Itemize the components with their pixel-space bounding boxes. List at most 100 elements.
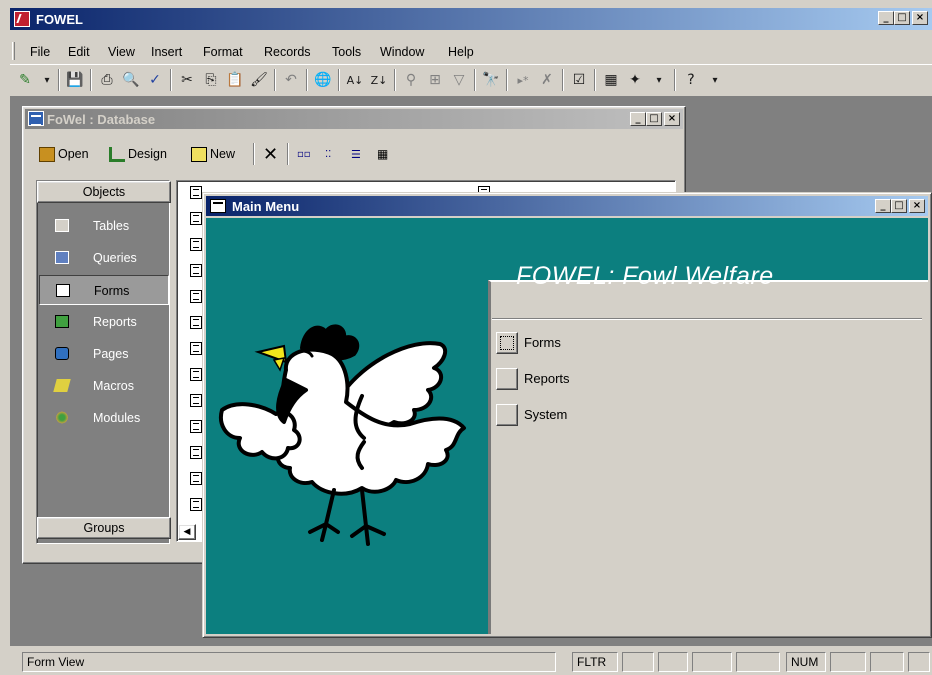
small-icons-icon[interactable]: ⁚⁚ [325,143,331,165]
db-toolbar-separator [287,143,289,165]
minimize-button[interactable]: _ [878,11,894,25]
object-modules[interactable]: Modules [39,403,169,433]
menu-insert[interactable]: Insert [151,45,182,59]
print-preview-icon[interactable]: 🔍 [120,69,142,91]
delete-record-icon[interactable]: ✗ [536,69,558,91]
new-button[interactable]: New [191,143,235,165]
menu-window[interactable]: Window [380,45,424,59]
filter-by-form-icon[interactable]: ⊞ [424,69,446,91]
reports-switchboard-button[interactable] [496,368,518,390]
view-icon[interactable]: ✎ [14,69,36,91]
design-icon [109,146,125,162]
window-controls: _ □ × [878,11,928,25]
save-icon[interactable]: 💾 [64,69,86,91]
object-label: Pages [93,347,129,361]
menu-records[interactable]: Records [264,45,311,59]
form-icon[interactable] [190,420,202,433]
form-icon [56,284,70,297]
help-icon[interactable]: ? [680,69,702,91]
database-minimize-button[interactable]: _ [630,112,646,126]
form-icon[interactable] [190,212,202,225]
form-icon[interactable] [190,238,202,251]
form-icon[interactable] [190,498,202,511]
status-panel [830,652,866,672]
find-icon[interactable]: 🔭 [480,69,502,91]
object-reports[interactable]: Reports [39,307,169,337]
database-window-title-bar[interactable]: FoWel : Database _ □ × [25,109,683,129]
design-button[interactable]: Design [109,143,167,165]
new-object-icon[interactable]: ✦ [624,69,646,91]
restore-button[interactable]: □ [894,11,910,25]
menu-bar-grip[interactable] [12,42,15,60]
database-window-controls: _ □ × [630,112,680,126]
heading-divider [492,318,922,320]
format-painter-icon[interactable]: 🖌 [248,69,270,91]
view-dropdown-icon[interactable]: ▾ [36,69,58,91]
object-label: Modules [93,411,141,425]
list-view-icon[interactable]: ☰ [351,143,361,165]
object-forms[interactable]: Forms [39,275,169,305]
toolbar-separator [394,69,396,91]
open-icon [39,146,55,162]
sort-ascending-icon[interactable]: A↓ [344,69,366,91]
main-menu-maximize-button[interactable]: □ [891,199,907,213]
properties-icon[interactable]: ☑ [568,69,590,91]
large-icons-icon[interactable]: ▫▫ [297,143,311,165]
open-button[interactable]: Open [39,143,89,165]
form-icon[interactable] [190,472,202,485]
menu-view[interactable]: View [108,45,135,59]
apply-filter-icon[interactable]: ▽ [448,69,470,91]
menu-format[interactable]: Format [203,45,243,59]
hyperlink-icon[interactable]: 🌐 [312,69,334,91]
size-grip[interactable] [908,652,930,672]
close-button[interactable]: × [912,11,928,25]
main-menu-title-bar[interactable]: Main Menu _ □ × [206,196,928,216]
objects-header[interactable]: Objects [37,181,171,203]
form-icon[interactable] [190,186,202,199]
undo-icon[interactable]: ↶ [280,69,302,91]
help-dropdown-icon[interactable]: ▾ [704,69,726,91]
form-icon[interactable] [190,368,202,381]
database-maximize-button[interactable]: □ [646,112,662,126]
form-icon[interactable] [190,394,202,407]
form-icon[interactable] [190,342,202,355]
groups-header[interactable]: Groups [37,517,171,539]
menu-file[interactable]: File [30,45,50,59]
object-queries[interactable]: Queries [39,243,169,273]
menu-edit[interactable]: Edit [68,45,90,59]
object-label: Queries [93,251,137,265]
object-label: Forms [94,284,130,298]
app-title-bar[interactable]: FOWEL _ □ × [10,8,932,30]
scroll-left-button[interactable]: ◀ [178,524,196,540]
print-icon[interactable]: ⎙ [96,69,118,91]
paste-icon[interactable]: 📋 [224,69,246,91]
toolbar-separator [674,69,676,91]
spelling-icon[interactable]: ✓ [144,69,166,91]
menu-help[interactable]: Help [448,45,474,59]
copy-icon[interactable]: ⎘ [200,69,222,91]
sort-descending-icon[interactable]: Z↓ [368,69,390,91]
form-icon[interactable] [190,316,202,329]
main-menu-minimize-button[interactable]: _ [875,199,891,213]
forms-switchboard-button[interactable] [496,332,518,354]
cut-icon[interactable]: ✂ [176,69,198,91]
main-menu-close-button[interactable]: × [909,199,925,213]
details-view-icon[interactable]: ▦ [377,143,388,165]
database-close-button[interactable]: × [664,112,680,126]
object-pages[interactable]: Pages [39,339,169,369]
system-switchboard-button[interactable] [496,404,518,426]
object-macros[interactable]: Macros [39,371,169,401]
toolbar-separator [90,69,92,91]
new-record-icon[interactable]: ▸* [512,69,534,91]
switchboard-heading: FOWEL: Fowl Welfare [516,262,774,290]
new-object-dropdown-icon[interactable]: ▾ [648,69,670,91]
menu-tools[interactable]: Tools [332,45,361,59]
form-icon[interactable] [190,446,202,459]
form-icon[interactable] [190,290,202,303]
form-icon[interactable] [190,264,202,277]
database-window-icon[interactable]: ▦ [600,69,622,91]
object-tables[interactable]: Tables [39,211,169,241]
filter-by-selection-icon[interactable]: ⚲ [400,69,422,91]
delete-icon[interactable]: ✕ [263,143,278,165]
access-app-icon[interactable] [14,11,30,27]
